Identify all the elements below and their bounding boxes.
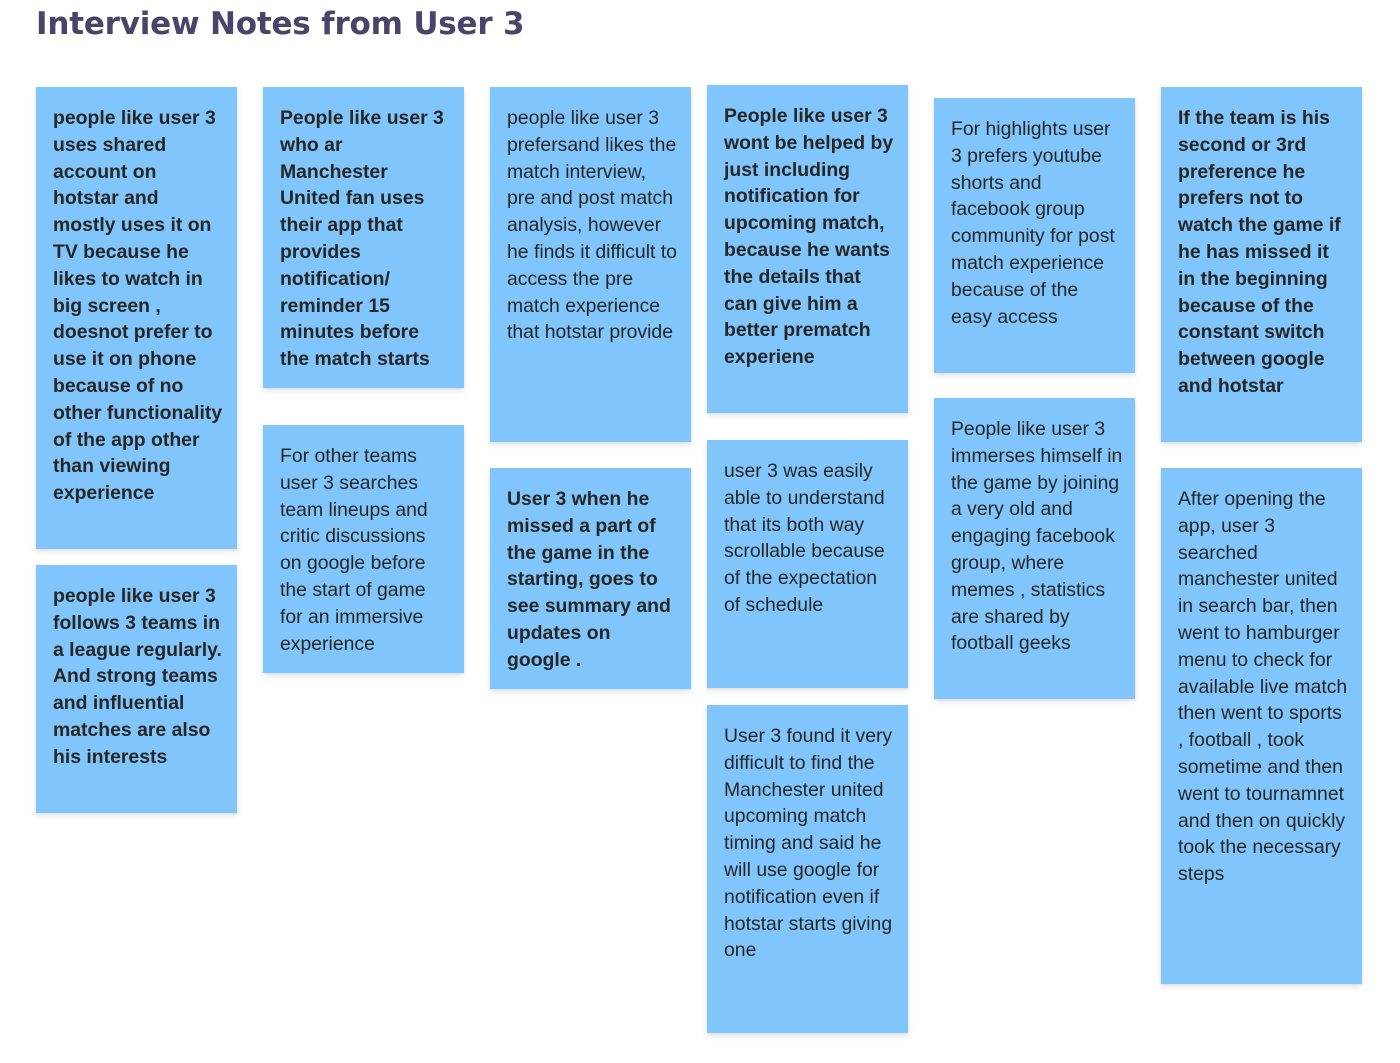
note-text: people like user 3 follows 3 teams in a … bbox=[53, 585, 222, 768]
sticky-note[interactable]: User 3 when he missed a part of the game… bbox=[490, 468, 691, 689]
sticky-note[interactable]: If the team is his second or 3rd prefere… bbox=[1161, 87, 1362, 442]
sticky-note[interactable]: For highlights user 3 prefers youtube sh… bbox=[934, 98, 1135, 373]
sticky-note[interactable]: people like user 3 follows 3 teams in a … bbox=[36, 565, 237, 813]
note-text: For highlights user 3 prefers youtube sh… bbox=[951, 118, 1115, 328]
note-text: People like user 3 immerses himself in t… bbox=[951, 418, 1123, 655]
sticky-note[interactable]: For other teams user 3 searches team lin… bbox=[263, 425, 464, 673]
sticky-note[interactable]: people like user 3 uses shared account o… bbox=[36, 87, 237, 549]
sticky-note[interactable]: User 3 found it very difficult to find t… bbox=[707, 705, 908, 1033]
sticky-note[interactable]: People like user 3 who ar Manchester Uni… bbox=[263, 87, 464, 388]
note-text: User 3 found it very difficult to find t… bbox=[724, 725, 893, 962]
note-text: For other teams user 3 searches team lin… bbox=[280, 445, 428, 655]
page-title: Interview Notes from User 3 bbox=[36, 6, 525, 42]
sticky-note[interactable]: people like user 3 prefersand likes the … bbox=[490, 87, 691, 442]
note-text: user 3 was easily able to understand tha… bbox=[724, 460, 885, 616]
sticky-note[interactable]: user 3 was easily able to understand tha… bbox=[707, 440, 908, 688]
sticky-note[interactable]: People like user 3 wont be helped by jus… bbox=[707, 85, 908, 413]
sticky-note[interactable]: People like user 3 immerses himself in t… bbox=[934, 398, 1135, 699]
note-text: After opening the app, user 3 searched m… bbox=[1178, 488, 1348, 886]
note-text: people like user 3 uses shared account o… bbox=[53, 107, 223, 505]
note-text: People like user 3 who ar Manchester Uni… bbox=[280, 107, 444, 371]
note-text: people like user 3 prefersand likes the … bbox=[507, 107, 677, 344]
note-text: If the team is his second or 3rd prefere… bbox=[1178, 107, 1341, 397]
note-text: User 3 when he missed a part of the game… bbox=[507, 488, 671, 671]
note-text: People like user 3 wont be helped by jus… bbox=[724, 105, 894, 369]
sticky-note[interactable]: After opening the app, user 3 searched m… bbox=[1161, 468, 1362, 984]
